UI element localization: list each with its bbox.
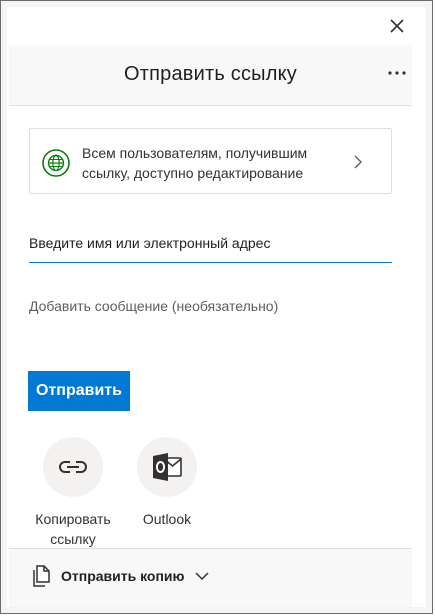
copy-document-icon xyxy=(33,565,50,587)
more-options-button[interactable] xyxy=(384,61,410,85)
outlook-label: Outlook xyxy=(142,511,192,527)
chevron-down-icon xyxy=(194,572,209,581)
dialog-header: Отправить ссылку xyxy=(9,45,412,106)
outlook-button[interactable]: Outlook xyxy=(117,437,217,529)
send-copy-label: Отправить копию xyxy=(61,568,185,584)
link-settings-description: Всем пользователям, получившим ссылку, д… xyxy=(82,145,308,181)
chevron-right-icon xyxy=(354,155,362,169)
dialog-title: Отправить ссылку xyxy=(124,63,297,85)
copy-link-button[interactable]: Копировать ссылку xyxy=(23,437,123,549)
copy-link-circle xyxy=(43,437,103,497)
close-icon xyxy=(390,19,404,33)
more-options-icon xyxy=(388,71,406,75)
outlook-icon xyxy=(153,453,182,481)
link-settings-button[interactable]: Всем пользователям, получившим ссылку, д… xyxy=(29,128,392,194)
send-button[interactable]: Отправить xyxy=(28,371,130,411)
copy-link-label: Копировать ссылку xyxy=(35,511,111,547)
recipient-input[interactable] xyxy=(29,227,392,263)
message-input[interactable] xyxy=(29,291,392,321)
globe-icon xyxy=(42,149,70,177)
link-icon xyxy=(59,461,87,473)
close-button[interactable] xyxy=(384,13,410,39)
share-dialog: Отправить ссылку Всем пользователям, пол… xyxy=(0,0,433,614)
send-copy-button[interactable]: Отправить копию xyxy=(31,565,209,587)
outlook-circle xyxy=(137,437,197,497)
dialog-footer: Отправить копию xyxy=(9,548,412,607)
